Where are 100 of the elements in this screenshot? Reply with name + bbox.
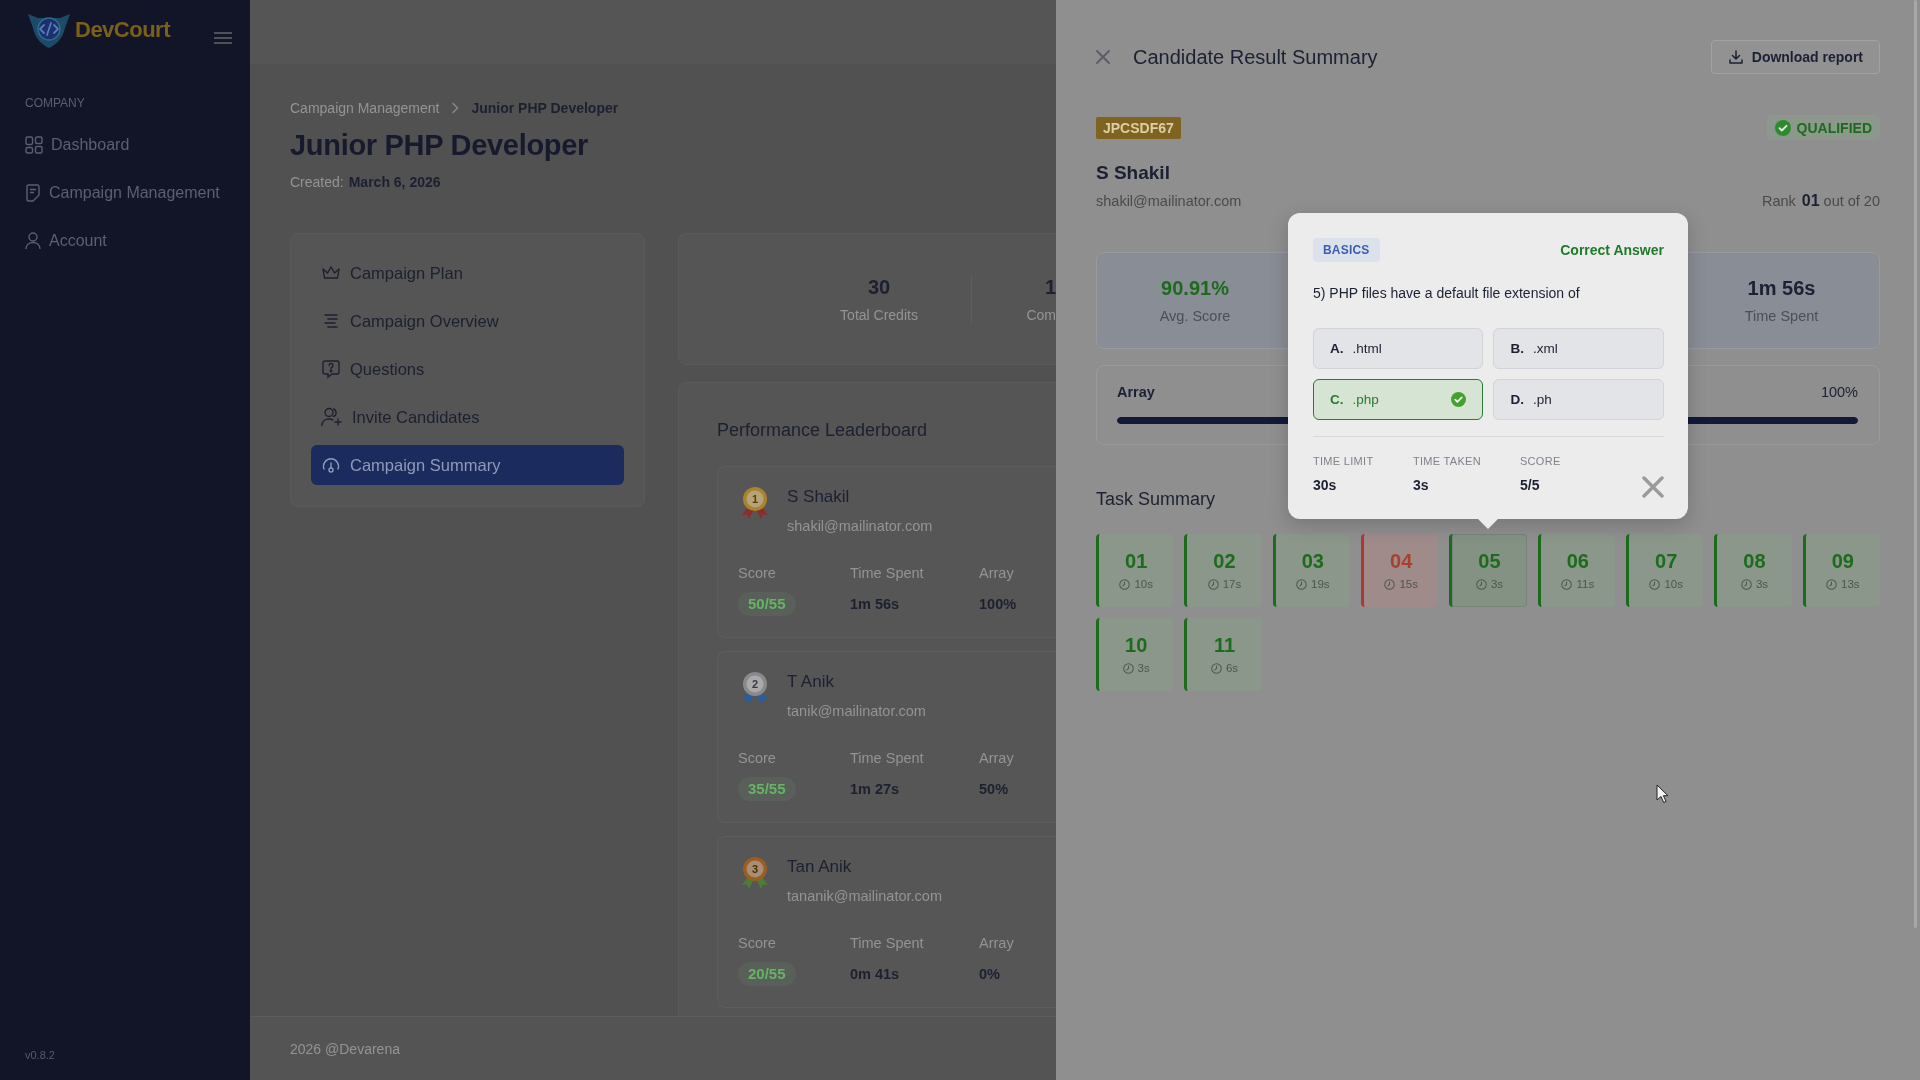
menu-icon[interactable] <box>214 32 232 44</box>
chevron-right-icon <box>451 102 460 114</box>
field-label: Score <box>738 750 776 767</box>
nav-item[interactable]: Campaign Overview <box>311 301 624 341</box>
task-tile[interactable]: 06 11s <box>1537 534 1615 607</box>
close-icon[interactable] <box>1642 476 1664 498</box>
breadcrumb-link[interactable]: Campaign Management <box>290 100 440 116</box>
candidate-name: S Shakil <box>1096 161 1170 185</box>
task-tile[interactable]: 07 10s <box>1626 534 1704 607</box>
section-label: COMPANY <box>25 95 85 111</box>
field-label: Time Spent <box>850 935 924 952</box>
field-label: Score <box>738 935 776 952</box>
task-tile[interactable]: 05 3s <box>1449 534 1527 607</box>
sidebar-item[interactable]: Dashboard <box>0 121 250 169</box>
task-tile[interactable]: 02 17s <box>1184 534 1262 607</box>
stat-label: Total Credits <box>840 305 918 324</box>
gauge-icon <box>321 455 341 475</box>
sidebar-item[interactable]: Campaign Management <box>0 169 250 217</box>
option-letter: C. <box>1330 392 1344 407</box>
version-text: v0.8.2 <box>25 1049 55 1062</box>
user-plus-icon <box>321 407 343 427</box>
clock-icon <box>1296 579 1308 590</box>
field-value: 100% <box>979 596 1017 612</box>
cursor-icon <box>1656 784 1669 804</box>
drawer-title: Candidate Result Summary <box>1133 45 1378 69</box>
field-label: Time Spent <box>850 750 924 767</box>
score-badge: 50/55 <box>738 592 796 616</box>
skill-name: Array <box>1117 383 1155 401</box>
download-button[interactable]: Download report <box>1710 40 1880 74</box>
candidate-email: shakil@mailinator.com <box>787 517 933 535</box>
rank-total: out of 20 <box>1823 192 1880 210</box>
section-title: Performance Leaderboard <box>717 419 928 442</box>
crown-icon <box>321 264 341 282</box>
detail-label: SCORE <box>1520 455 1561 468</box>
field-value: 1m 56s <box>850 596 900 612</box>
logo-icon <box>27 11 71 49</box>
field-label: Score <box>738 565 776 582</box>
stat-label: Avg. Score <box>1159 307 1231 325</box>
note-icon <box>25 184 41 202</box>
skill-percent: 100% <box>1820 383 1858 401</box>
stat-value: 30 <box>867 274 891 299</box>
clock-icon <box>1119 579 1131 590</box>
option-letter: B. <box>1510 341 1524 356</box>
task-tile[interactable]: 08 3s <box>1714 534 1792 607</box>
candidate-name: Tan Anik <box>787 857 852 877</box>
clock-icon <box>1210 663 1222 674</box>
list-icon <box>321 312 341 330</box>
candidate-email: shakil@mailinator.com <box>1096 192 1242 210</box>
code-badge: JPCSDF67 <box>1096 116 1181 139</box>
candidate-email: tanik@mailinator.com <box>787 702 926 720</box>
field-label: Time Spent <box>850 565 924 582</box>
status-text: QUALIFIED <box>1796 119 1872 136</box>
nav-item[interactable]: Campaign Plan <box>311 253 624 293</box>
field-label: Array <box>979 935 1014 952</box>
clock-icon <box>1649 579 1661 590</box>
nav-item[interactable]: Campaign Summary <box>311 445 624 485</box>
clock-icon <box>1561 579 1573 590</box>
nav-item[interactable]: Invite Candidates <box>311 397 624 437</box>
grid-icon <box>25 136 43 154</box>
help-bubble-icon <box>321 359 341 379</box>
stat-value: 1 <box>1044 274 1056 299</box>
field-value: 0% <box>979 966 1000 982</box>
field-value: 1m 27s <box>850 781 900 797</box>
task-tile[interactable]: 03 19s <box>1272 534 1350 607</box>
task-tile[interactable]: 11 6s <box>1184 618 1262 691</box>
check-circle-icon <box>1451 392 1467 407</box>
task-tile[interactable]: 01 10s <box>1096 534 1174 607</box>
task-tile[interactable]: 04 15s <box>1361 534 1439 607</box>
stat-value: 1m 56s <box>1747 276 1816 300</box>
task-tile[interactable]: 10 3s <box>1096 618 1174 691</box>
clock-icon <box>1384 579 1396 590</box>
detail-label: TIME TAKEN <box>1413 455 1481 468</box>
field-value: 50% <box>979 781 1009 797</box>
detail-value: 3s <box>1413 477 1429 494</box>
option-text: .ph <box>1533 392 1552 407</box>
close-icon[interactable] <box>1096 50 1110 64</box>
score-badge: 20/55 <box>738 962 796 986</box>
clock-icon <box>1122 663 1134 674</box>
field-value: 0m 41s <box>850 966 900 982</box>
sidebar-item[interactable]: Account <box>0 217 250 265</box>
field-label: Array <box>979 750 1014 767</box>
option-text: .html <box>1352 341 1382 356</box>
option-letter: D. <box>1510 392 1524 407</box>
task-tile[interactable]: 09 13s <box>1802 534 1880 607</box>
page-title: Junior PHP Developer <box>290 128 589 163</box>
field-label: Array <box>979 565 1014 582</box>
detail-value: 30s <box>1313 477 1337 494</box>
detail-value: 5/5 <box>1520 477 1540 494</box>
nav-item[interactable]: Questions <box>311 349 624 389</box>
check-circle-icon <box>1774 119 1791 136</box>
option-text: .php <box>1352 392 1379 407</box>
option-text: .xml <box>1533 341 1558 356</box>
person-icon <box>25 232 41 250</box>
clock-icon <box>1826 579 1838 590</box>
category-tag: BASICS <box>1313 238 1380 262</box>
download-icon <box>1728 50 1743 64</box>
rank-value: 01 <box>1801 192 1820 210</box>
question-text: 5) PHP files have a default file extension of <box>1313 284 1580 302</box>
rank-label: Rank <box>1761 192 1796 210</box>
clock-icon <box>1475 579 1487 590</box>
